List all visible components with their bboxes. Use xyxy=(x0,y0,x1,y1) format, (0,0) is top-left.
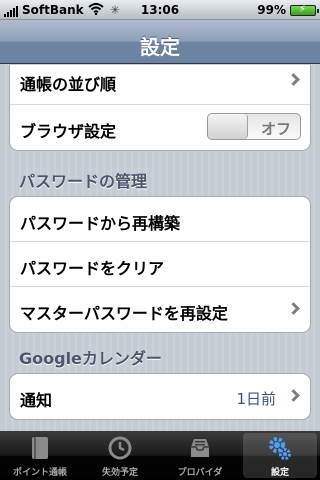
tab-expiry-schedule[interactable]: 失効予定 xyxy=(80,431,160,480)
chevron-right-icon xyxy=(287,73,300,86)
clock-icon xyxy=(108,436,132,460)
notification-row[interactable]: 通知 1日前 xyxy=(10,374,310,419)
tab-point-passbook[interactable]: ポイント通帳 xyxy=(0,431,80,480)
rebuild-from-password-label: パスワードから再構築 xyxy=(20,214,181,233)
reset-master-password-label: マスターパスワードを再設定 xyxy=(20,304,228,323)
tab-settings[interactable]: 設定 xyxy=(240,431,320,480)
account-order-label: 通帳の並び順 xyxy=(20,75,117,94)
browser-settings-label: ブラウザ設定 xyxy=(20,122,117,141)
tab-bar: ポイント通帳 失効予定 プロバイダ 設定 xyxy=(0,431,320,480)
tab-provider[interactable]: プロバイダ xyxy=(160,431,240,480)
google-calendar-section-header: Googleカレンダー xyxy=(19,349,162,368)
inbox-tray-icon xyxy=(191,439,209,457)
chevron-right-icon xyxy=(287,389,300,402)
status-bar: SoftBank ✳ 13:06 99% ⚡ xyxy=(0,0,320,20)
settings-list[interactable]: 通帳の並び順 ブラウザ設定 オフ パスワードの管理 パスワードから再構築 パスワ… xyxy=(0,65,320,432)
google-calendar-group: 通知 1日前 xyxy=(9,373,311,420)
switch-knob xyxy=(208,114,248,139)
reset-master-password-row[interactable]: マスターパスワードを再設定 xyxy=(10,287,310,332)
tab-label: プロバイダ xyxy=(177,468,223,478)
notification-label: 通知 xyxy=(20,391,53,410)
chevron-right-icon xyxy=(287,302,300,315)
clear-password-row[interactable]: パスワードをクリア xyxy=(10,242,310,287)
rebuild-from-password-row[interactable]: パスワードから再構築 xyxy=(10,197,310,242)
tab-label: 設定 xyxy=(270,468,289,478)
password-section-header: パスワードの管理 xyxy=(19,172,148,191)
notification-value: 1日前 xyxy=(236,390,276,408)
password-group: パスワードから再構築 パスワードをクリア マスターパスワードを再設定 xyxy=(9,196,311,333)
general-settings-group: 通帳の並び順 ブラウザ設定 オフ xyxy=(9,65,311,151)
browser-settings-switch[interactable]: オフ xyxy=(207,113,301,140)
account-order-row[interactable]: 通帳の並び順 xyxy=(10,65,310,105)
browser-settings-row: ブラウザ設定 オフ xyxy=(10,105,310,150)
gears-icon xyxy=(269,437,291,460)
settings-screen: SoftBank ✳ 13:06 99% ⚡ 設定 通帳の並び順 ブラウザ設定 … xyxy=(0,0,320,480)
battery-icon: ⚡ xyxy=(290,4,319,16)
book-icon xyxy=(32,437,48,459)
clear-password-label: パスワードをクリア xyxy=(20,259,165,278)
navigation-bar: 設定 xyxy=(0,20,320,64)
switch-state-label: オフ xyxy=(260,120,291,138)
tab-label: 失効予定 xyxy=(101,468,138,478)
battery-percent: 99% xyxy=(257,3,286,17)
charging-bolt-icon: ⚡ xyxy=(299,4,307,15)
page-title: 設定 xyxy=(140,35,180,59)
tab-label: ポイント通帳 xyxy=(12,468,67,478)
